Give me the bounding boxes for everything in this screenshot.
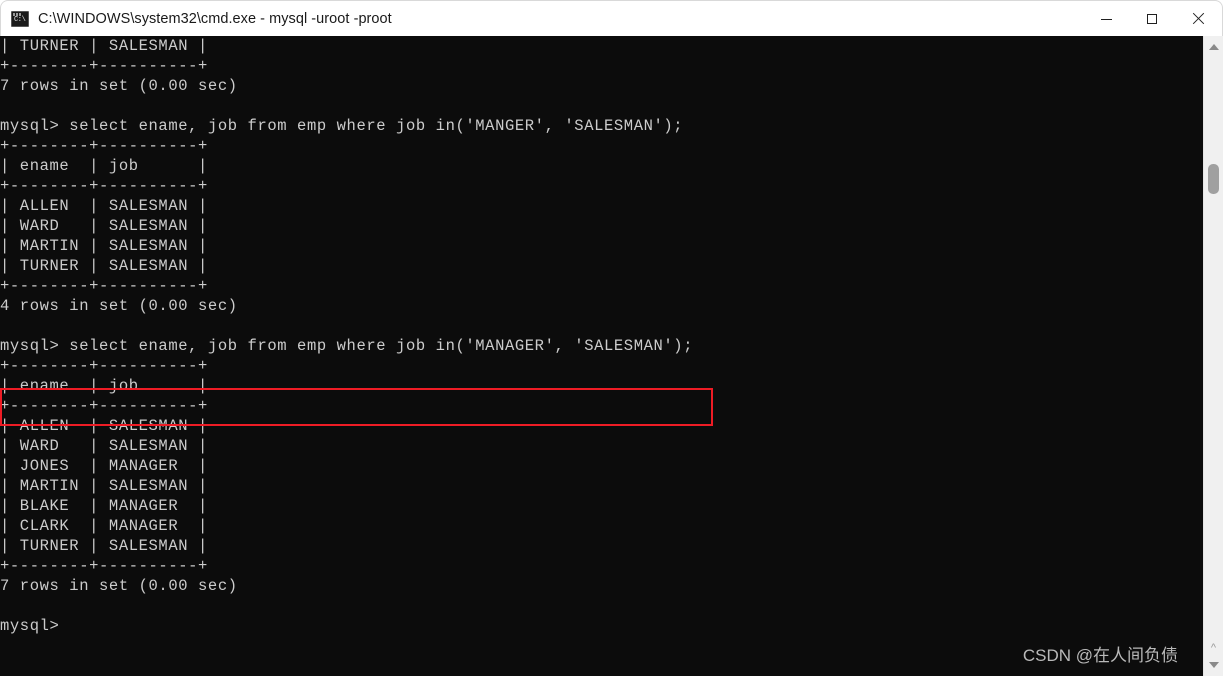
terminal-line: | ALLEN | SALESMAN | xyxy=(0,417,208,435)
close-icon xyxy=(1192,13,1204,25)
window-title: C:\WINDOWS\system32\cmd.exe - mysql -uro… xyxy=(38,10,392,27)
terminal-line: +--------+----------+ xyxy=(0,177,208,195)
minimize-button[interactable] xyxy=(1083,2,1129,36)
terminal-line: | TURNER | SALESMAN | xyxy=(0,37,208,55)
terminal-line: | ename | job | xyxy=(0,377,208,395)
minimize-icon xyxy=(1100,18,1112,20)
title-bar[interactable]: C:\WINDOWS\system32\cmd.exe - mysql -uro… xyxy=(0,0,1223,36)
terminal-line: | TURNER | SALESMAN | xyxy=(0,257,208,275)
terminal-line: +--------+----------+ xyxy=(0,57,208,75)
terminal-line: +--------+----------+ xyxy=(0,137,208,155)
terminal-line: | ename | job | xyxy=(0,157,208,175)
terminal-lines: | CLARK | MANAGER | | TURNER | SALESMAN |… xyxy=(0,36,1203,636)
terminal-line: | MARTIN | SALESMAN | xyxy=(0,477,208,495)
terminal-line: | TURNER | SALESMAN | xyxy=(0,537,208,555)
terminal-line: mysql> select ename, job from emp where … xyxy=(0,117,684,135)
cmd-window: C:\WINDOWS\system32\cmd.exe - mysql -uro… xyxy=(0,0,1223,676)
chevron-up-icon xyxy=(1208,44,1219,50)
terminal-line: +--------+----------+ xyxy=(0,357,208,375)
terminal-line: +--------+----------+ xyxy=(0,557,208,575)
cmd-icon xyxy=(11,10,29,27)
terminal-line: | WARD | SALESMAN | xyxy=(0,217,208,235)
terminal-line: 4 rows in set (0.00 sec) xyxy=(0,297,238,315)
close-button[interactable] xyxy=(1175,2,1221,36)
terminal-line: +--------+----------+ xyxy=(0,277,208,295)
maximize-icon xyxy=(1147,14,1157,24)
terminal-output-area[interactable]: | CLARK | MANAGER | | TURNER | SALESMAN |… xyxy=(0,36,1203,676)
maximize-button[interactable] xyxy=(1129,2,1175,36)
terminal-line: | MARTIN | SALESMAN | xyxy=(0,237,208,255)
watermark-label: CSDN @在人间负债 xyxy=(1022,646,1178,665)
scroll-down-arrow[interactable] xyxy=(1204,656,1223,674)
terminal-line: | BLAKE | MANAGER | xyxy=(0,497,208,515)
scroll-caret-icon: ^ xyxy=(1210,642,1217,654)
terminal-line: mysql> select ename, job from emp where … xyxy=(0,337,694,355)
terminal-line: | JONES | MANAGER | xyxy=(0,457,208,475)
scroll-thumb[interactable] xyxy=(1208,164,1219,194)
scroll-up-arrow[interactable] xyxy=(1204,38,1223,56)
terminal-line: 7 rows in set (0.00 sec) xyxy=(0,577,238,595)
terminal-line: | ALLEN | SALESMAN | xyxy=(0,197,208,215)
window-controls xyxy=(1083,2,1221,36)
terminal-line: | CLARK | MANAGER | xyxy=(0,517,208,535)
terminal-line: | WARD | SALESMAN | xyxy=(0,437,208,455)
terminal-line: 7 rows in set (0.00 sec) xyxy=(0,77,238,95)
vertical-scrollbar[interactable]: ^ xyxy=(1203,36,1223,676)
terminal-line: mysql> xyxy=(0,617,60,635)
chevron-down-icon xyxy=(1208,662,1219,668)
terminal-line: +--------+----------+ xyxy=(0,397,208,415)
